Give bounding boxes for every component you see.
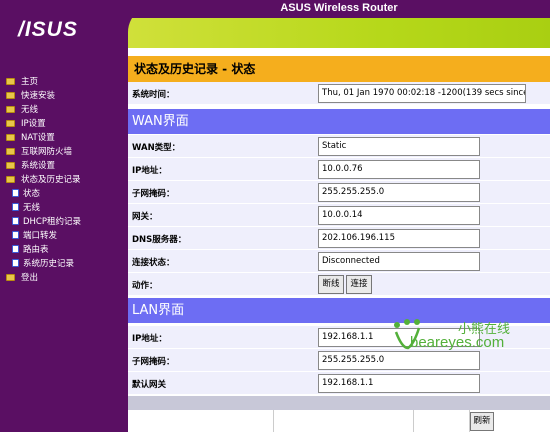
page-icon [12,203,19,211]
wan-type-row: WAN类型： Static [128,135,550,158]
sidebar-item-label: 状态及历史记录 [21,175,81,185]
wan-ip-row: IP地址： 10.0.0.76 [128,158,550,181]
page-title: 状态及历史记录 - 状态 [128,56,550,82]
disconnect-button[interactable]: 断线 [318,275,344,294]
watermark-en: beareyes.com [410,334,505,351]
footer-cell [128,410,274,432]
top-banner: ASUS Wireless Router /ISUS [0,0,550,48]
sidebar-item-label: 路由表 [23,245,49,255]
sidebar-item-quick-setup[interactable]: 快速安装 [6,90,55,103]
field-label: 网关： [132,212,158,222]
system-time-row: 系统时间： Thu, 01 Jan 1970 00:02:18 -1200(13… [128,82,550,105]
sidebar-item-ip-config[interactable]: IP设置 [6,118,46,131]
footer-cell [414,410,470,432]
sidebar-subitem-dhcp-leases[interactable]: DHCP租约记录 [12,216,81,229]
sidebar-item-label: 主页 [21,77,39,87]
refresh-button[interactable]: 刷新 [470,412,494,431]
sidebar-item-label: NAT设置 [21,133,55,143]
folder-icon [6,120,15,127]
sidebar-item-logout[interactable]: 登出 [6,272,38,285]
wan-gateway-field[interactable]: 10.0.0.14 [318,206,480,225]
sidebar-subitem-port-forward[interactable]: 端口转发 [12,230,57,243]
folder-icon [6,274,15,281]
field-label: 子网掩码： [132,357,175,367]
wan-ip-field[interactable]: 10.0.0.76 [318,160,480,179]
field-label: 连接状态： [132,258,175,268]
folder-icon [6,134,15,141]
sidebar-item-home[interactable]: 主页 [6,76,38,89]
sidebar-subitem-status[interactable]: 状态 [12,188,40,201]
sidebar-item-wireless[interactable]: 无线 [6,104,38,117]
wan-subnet-row: 子网掩码： 255.255.255.0 [128,181,550,204]
sidebar-item-label: 互联网防火墙 [21,147,73,157]
sidebar-item-status-log[interactable]: 状态及历史记录 [6,174,81,187]
footer-cell [274,410,414,432]
folder-icon [6,92,15,99]
field-label: IP地址： [132,334,167,344]
lan-gateway-row: 默认网关 192.168.1.1 [128,372,550,395]
sidebar-item-label: 系统设置 [21,161,56,171]
sidebar-item-label: 无线 [21,105,39,115]
page-icon [12,189,19,197]
lan-gateway-field[interactable]: 192.168.1.1 [318,374,480,393]
folder-open-icon [6,176,15,183]
sidebar-item-label: IP设置 [21,119,46,129]
sidebar-subitem-wireless[interactable]: 无线 [12,202,40,215]
folder-icon [6,78,15,85]
folder-icon [6,162,15,169]
wan-dns-field[interactable]: 202.106.196.115 [318,229,480,248]
wan-action-row: 动作： 断线 连接 [128,273,550,296]
sidebar-item-label: 登出 [21,273,39,283]
connect-button[interactable]: 连接 [346,275,372,294]
field-label: WAN类型： [132,143,181,153]
sidebar-item-label: DHCP租约记录 [23,217,81,227]
sidebar-item-label: 状态 [23,189,41,199]
folder-icon [6,148,15,155]
system-time-field: Thu, 01 Jan 1970 00:02:18 -1200(139 secs… [318,84,526,103]
field-label: IP地址： [132,166,167,176]
sidebar-item-label: 快速安装 [21,91,56,101]
sidebar-item-nat-setting[interactable]: NAT设置 [6,132,55,145]
action-label: 动作： [132,281,158,291]
app-title: ASUS Wireless Router [128,0,550,18]
asus-logo: /ISUS [18,18,78,41]
folder-icon [6,106,15,113]
wan-section-title: WAN界面 [128,109,550,134]
page-icon [12,217,19,225]
footer-row: 刷新 [128,410,550,432]
wan-dns-row: DNS服务器： 202.106.196.115 [128,227,550,250]
wan-type-field[interactable]: Static [318,137,480,156]
sidebar-item-firewall[interactable]: 互联网防火墙 [6,146,72,159]
watermark: 小熊在线 beareyes.com [392,318,510,354]
field-label: DNS服务器： [132,235,187,245]
system-time-label: 系统时间： [132,90,175,100]
main-content: 状态及历史记录 - 状态 系统时间： Thu, 01 Jan 1970 00:0… [128,48,550,432]
page-icon [12,259,19,267]
field-label: 默认网关 [132,380,167,390]
field-label: 子网掩码： [132,189,175,199]
wan-subnet-field[interactable]: 255.255.255.0 [318,183,480,202]
sidebar-subitem-system-log[interactable]: 系统历史记录 [12,258,74,271]
wan-connection-status-row: 连接状态： Disconnected [128,250,550,273]
sidebar: 主页 快速安装 无线 IP设置 NAT设置 互联网防火墙 系统设置 状态及历史记… [0,48,128,432]
sidebar-subitem-routing-table[interactable]: 路由表 [12,244,49,257]
sidebar-item-system-setup[interactable]: 系统设置 [6,160,55,173]
wan-connection-status-field[interactable]: Disconnected [318,252,480,271]
sidebar-item-label: 端口转发 [23,231,58,241]
wan-gateway-row: 网关： 10.0.0.14 [128,204,550,227]
page-icon [12,231,19,239]
sidebar-item-label: 系统历史记录 [23,259,75,269]
sidebar-item-label: 无线 [23,203,41,213]
page-icon [12,245,19,253]
lan-subnet-row: 子网掩码： 255.255.255.0 [128,349,550,372]
